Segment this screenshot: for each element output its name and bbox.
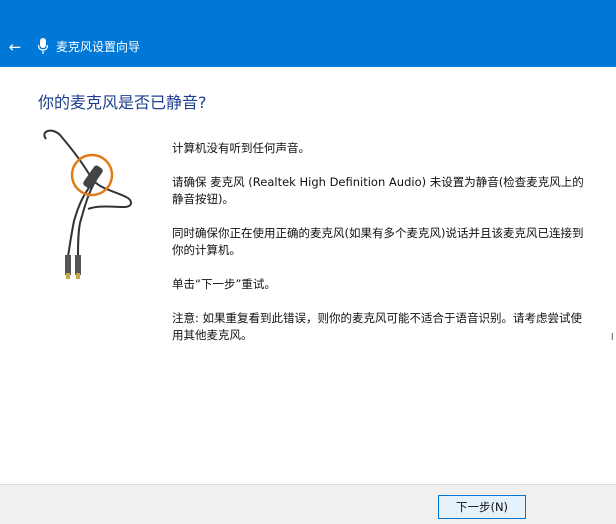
paragraph-retry: 单击“下一步”重试。 <box>172 277 276 291</box>
title-bar: ← 麦克风设置向导 <box>0 0 616 67</box>
instructions-text: 计算机没有听到任何声音。 请确保 麦克风 (Realtek High Defin… <box>172 140 592 361</box>
footer-bar: 下一步(N) <box>0 484 616 524</box>
page-heading: 你的麦克风是否已静音? <box>38 93 207 112</box>
window-title: 麦克风设置向导 <box>56 40 141 54</box>
wizard-content: 你的麦克风是否已静音? 计算机没有听到任何声音。 请确保 麦克风 (Realte… <box>0 67 616 484</box>
headset-microphone-illustration <box>43 129 132 279</box>
paragraph-note: 注意: 如果重复看到此错误，则你的麦克风可能不适合于语音识别。请考虑尝试使用其他… <box>172 311 583 342</box>
back-arrow-icon[interactable]: ← <box>6 38 24 56</box>
paragraph-no-sound: 计算机没有听到任何声音。 <box>172 141 310 155</box>
paragraph-check-mute: 请确保 麦克风 (Realtek High Definition Audio) … <box>172 175 584 206</box>
edge-glyph: l <box>611 333 614 343</box>
next-button[interactable]: 下一步(N) <box>438 495 526 519</box>
microphone-icon <box>37 38 49 54</box>
paragraph-correct-mic: 同时确保你正在使用正确的麦克风(如果有多个麦克风)说话并且该麦克风已连接到你的计… <box>172 226 584 257</box>
